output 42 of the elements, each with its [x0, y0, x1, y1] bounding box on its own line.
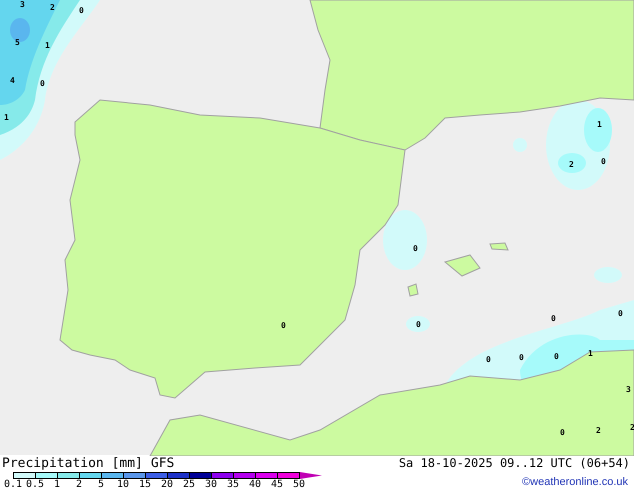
precipitation-value: 0	[560, 429, 565, 437]
precipitation-value: 4	[10, 77, 15, 85]
precipitation-value: 0	[601, 158, 606, 166]
precipitation-value: 0	[413, 245, 418, 253]
precipitation-value: 2	[596, 427, 601, 435]
precipitation-value: 1	[45, 42, 50, 50]
legend-label: 20	[160, 479, 174, 490]
legend-label: 10	[116, 479, 130, 490]
precipitation-value: 1	[597, 121, 602, 129]
precipitation-value: 0	[519, 354, 524, 362]
precipitation-value: 0	[554, 353, 559, 361]
precipitation-value: 2	[630, 424, 634, 432]
precipitation-value: 0	[281, 322, 286, 330]
precipitation-value: 0	[551, 315, 556, 323]
precipitation-value: 0	[40, 80, 45, 88]
legend-label: 1	[52, 479, 62, 490]
precipitation-value: 0	[416, 321, 421, 329]
precipitation-value: 5	[15, 39, 20, 47]
valid-time: Sa 18-10-2025 09..12 UTC (06+54)	[398, 455, 630, 471]
precipitation-value: 2	[50, 4, 55, 12]
model-name: GFS	[150, 456, 174, 472]
precipitation-value: 0	[79, 7, 84, 15]
legend-label: 5	[96, 479, 106, 490]
precipitation-value: 0	[486, 356, 491, 364]
precipitation-value: 3	[626, 386, 631, 394]
legend-label: 50	[292, 479, 306, 490]
legend-label: 2	[74, 479, 84, 490]
legend-label: 45	[270, 479, 284, 490]
legend-label: 0.1	[2, 479, 24, 490]
legend-label: 35	[226, 479, 240, 490]
map-title: Precipitation [mm]	[2, 456, 143, 472]
legend-label: 15	[138, 479, 152, 490]
precipitation-value: 1	[588, 350, 593, 358]
precipitation-value: 2	[569, 161, 574, 169]
credit-link[interactable]: ©weatheronline.co.uk	[522, 476, 628, 488]
precipitation-value: 3	[20, 1, 25, 9]
precipitation-value: 1	[4, 114, 9, 122]
legend-label: 30	[204, 479, 218, 490]
legend-label: 0.5	[24, 479, 46, 490]
precipitation-value: 0	[618, 310, 623, 318]
legend-label: 40	[248, 479, 262, 490]
legend-label: 25	[182, 479, 196, 490]
